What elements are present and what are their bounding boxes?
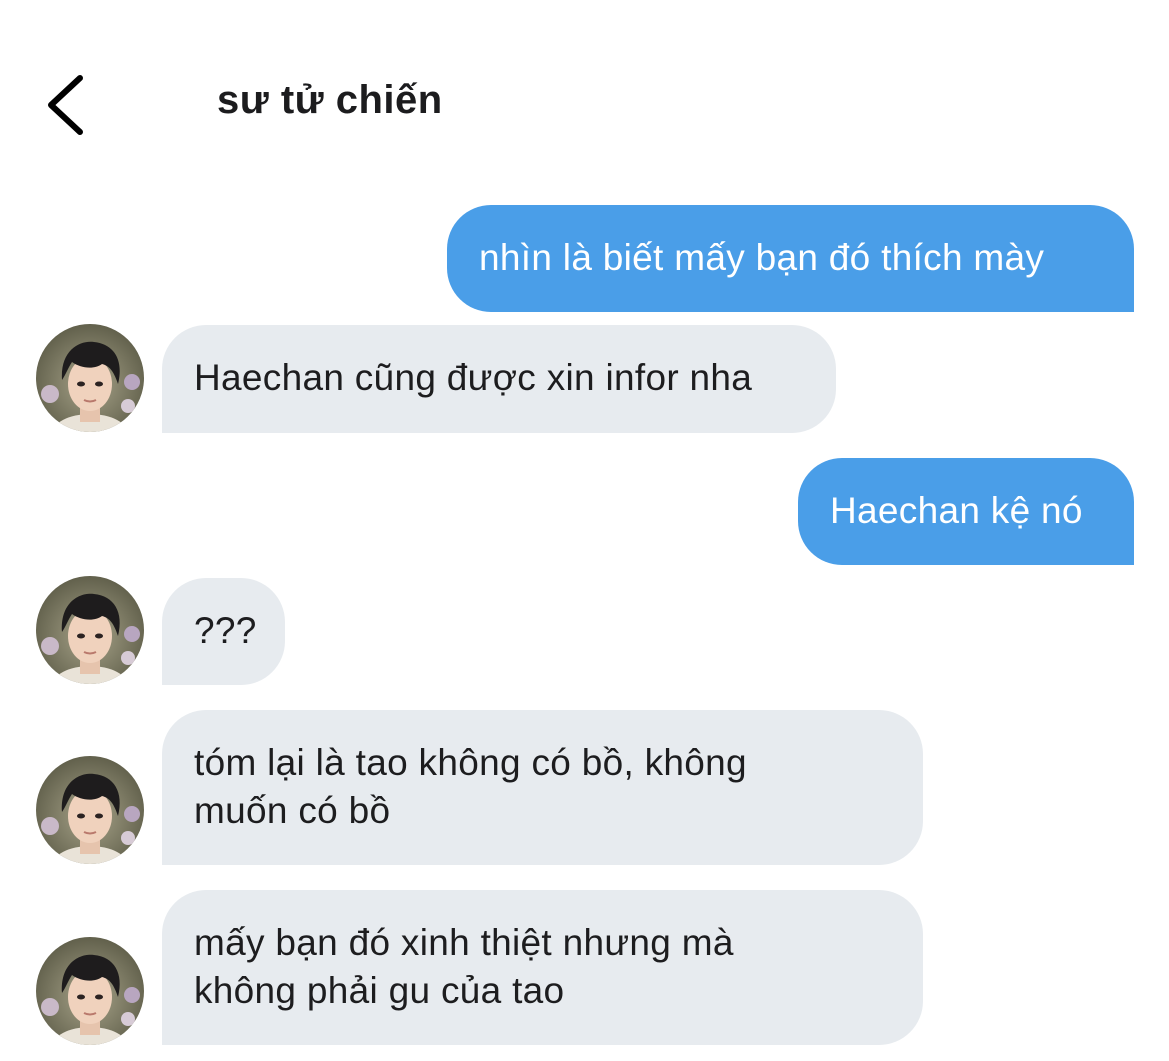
message-text: Haechan kệ nó bbox=[830, 490, 1083, 531]
message-text: nhìn là biết mấy bạn đó thích mày bbox=[479, 237, 1045, 278]
message-text-line: muốn có bồ bbox=[194, 790, 391, 831]
avatar[interactable] bbox=[36, 576, 144, 684]
message-bubble-sent[interactable]: nhìn là biết mấy bạn đó thích mày bbox=[447, 205, 1134, 312]
avatar[interactable] bbox=[36, 937, 144, 1045]
contact-name: sư tử chiến bbox=[217, 78, 443, 122]
message-text-line: tóm lại là tao không có bồ, không bbox=[194, 742, 747, 783]
message-text-line: mấy bạn đó xinh thiệt nhưng mà bbox=[194, 922, 734, 963]
back-button[interactable] bbox=[40, 70, 100, 140]
avatar[interactable] bbox=[36, 756, 144, 864]
message-bubble-received[interactable]: ??? bbox=[162, 578, 285, 685]
message-bubble-received[interactable]: mấy bạn đó xinh thiệt nhưng mà không phả… bbox=[162, 890, 923, 1045]
message-text: ??? bbox=[194, 610, 257, 651]
message-text: Haechan cũng được xin infor nha bbox=[194, 357, 753, 398]
chat-screen: sư tử chiến nhìn là biết mấy bạn đó thíc… bbox=[0, 0, 1169, 1061]
avatar[interactable] bbox=[36, 324, 144, 432]
chevron-left-icon bbox=[48, 75, 83, 135]
message-bubble-sent[interactable]: Haechan kệ nó bbox=[798, 458, 1134, 565]
chat-header: sư tử chiến bbox=[0, 0, 1169, 180]
message-bubble-received[interactable]: tóm lại là tao không có bồ, không muốn c… bbox=[162, 710, 923, 865]
message-bubble-received[interactable]: Haechan cũng được xin infor nha bbox=[162, 325, 836, 433]
message-text-line: không phải gu của tao bbox=[194, 970, 565, 1011]
